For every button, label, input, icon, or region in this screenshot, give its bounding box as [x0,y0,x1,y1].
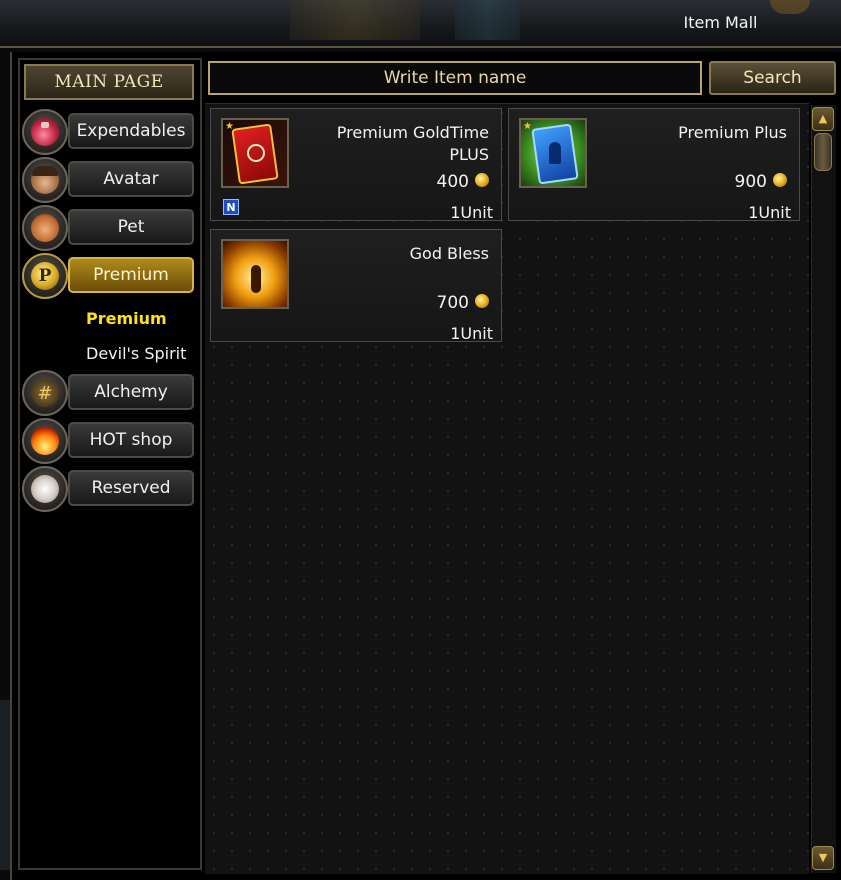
scroll-icon [31,475,59,503]
pet-squirrel-icon [31,214,59,242]
star-icon: ★ [523,121,532,132]
category-expendables[interactable]: Expendables [22,109,196,155]
gold-coin-icon [773,173,787,187]
gold-coin-icon [475,173,489,187]
category-reserved[interactable]: Reserved [22,466,196,512]
item-price: 700 [436,293,469,313]
item-price: 400 [436,172,469,192]
item-list-scrollbar[interactable] [811,105,836,873]
main-page-button[interactable]: MAIN PAGE [24,64,194,100]
fire-icon [31,427,59,455]
item-unit: 1Unit [450,203,493,222]
alchemy-grid-icon: # [31,379,59,407]
red-card-icon: ★ [221,118,289,188]
category-hot-shop[interactable]: HOT shop [22,418,196,464]
category-expendables-label[interactable]: Expendables [68,113,194,149]
new-badge: N [223,199,239,215]
background-edge [0,700,10,870]
potion-icon [31,118,59,146]
item-card[interactable]: ★ Premium GoldTime PLUS 400 N 1Unit [210,108,502,222]
blue-card-icon: ★ [519,118,587,188]
category-hot-shop-label[interactable]: HOT shop [68,422,194,458]
scroll-down-icon[interactable]: ▼ [812,846,834,870]
search-button[interactable]: Search [709,61,836,95]
item-unit: 1Unit [450,324,493,343]
item-search-input[interactable] [208,61,702,95]
item-name: Premium GoldTime PLUS [336,123,489,164]
premium-p-coin-icon: P [31,262,59,290]
category-pet[interactable]: Pet [22,205,196,251]
item-name: God Bless [409,244,489,263]
category-premium[interactable]: P Premium [22,253,196,299]
item-card[interactable]: ★ Premium Plus 900 1Unit [508,108,800,222]
gold-coin-icon [475,294,489,308]
window-title: Item Mall [683,13,758,32]
subcategory-premium[interactable]: Premium [86,309,167,328]
scroll-up-icon[interactable]: ▲ [812,107,834,131]
category-avatar-label[interactable]: Avatar [68,161,194,197]
item-unit: 1Unit [748,203,791,222]
category-alchemy-label[interactable]: Alchemy [68,374,194,410]
category-reserved-label[interactable]: Reserved [68,470,194,506]
avatar-face-icon [31,166,59,194]
scrollbar-thumb[interactable] [814,133,832,171]
subcategory-devils-spirit[interactable]: Devil's Spirit [86,344,186,363]
category-pet-label[interactable]: Pet [68,209,194,245]
title-decoration [770,0,810,14]
category-premium-label[interactable]: Premium [68,257,194,293]
golden-wings-icon [221,239,289,309]
title-bar: Item Mall [0,0,841,48]
item-price: 900 [734,172,767,192]
category-alchemy[interactable]: # Alchemy [22,370,196,416]
category-avatar[interactable]: Avatar [22,157,196,203]
item-card[interactable]: God Bless 700 1Unit [210,229,502,343]
item-name: Premium Plus [678,123,787,142]
star-icon: ★ [225,121,234,132]
